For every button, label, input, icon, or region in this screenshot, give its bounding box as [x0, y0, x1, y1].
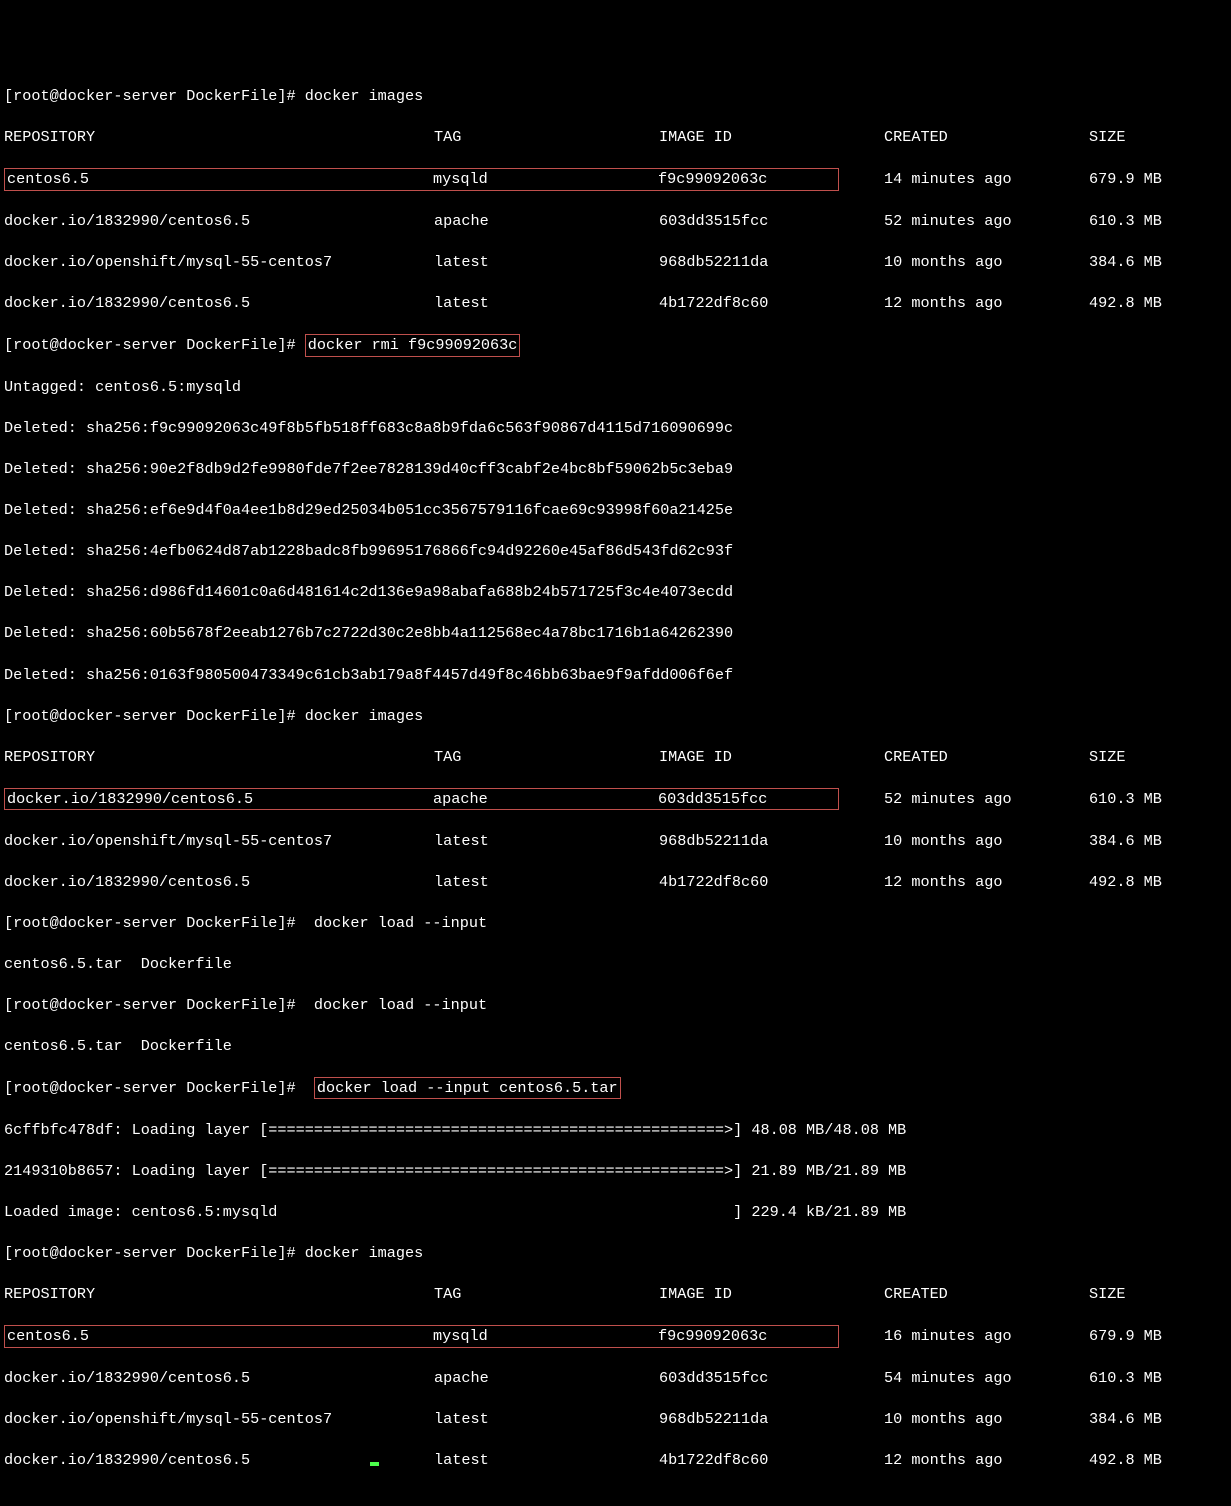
table-row: centos6.5mysqldf9c99092063c16 minutes ag…: [4, 1325, 1227, 1348]
output-line: Deleted: sha256:f9c99092063c49f8b5fb518f…: [4, 418, 1227, 439]
table-row: docker.io/openshift/mysql-55-centos7late…: [4, 831, 1227, 852]
cursor: [370, 1462, 379, 1466]
output-line: Deleted: sha256:90e2f8db9d2fe9980fde7f2e…: [4, 459, 1227, 480]
output-line: Deleted: sha256:60b5678f2eeab1276b7c2722…: [4, 623, 1227, 644]
output-line: Loaded image: centos6.5:mysqld ] 229.4 k…: [4, 1202, 1227, 1223]
prompt-line[interactable]: [root@docker-server DockerFile]# docker …: [4, 1077, 1227, 1100]
table-header: REPOSITORYTAGIMAGE IDCREATEDSIZE: [4, 1284, 1227, 1305]
prompt-line[interactable]: [root@docker-server DockerFile]# docker …: [4, 334, 1227, 357]
table-row: docker.io/1832990/centos6.5apache603dd35…: [4, 1368, 1227, 1389]
table-row: docker.io/1832990/centos6.5apache603dd35…: [4, 788, 1227, 811]
prompt-line[interactable]: [root@docker-server DockerFile]# docker …: [4, 86, 1227, 107]
output-line: Deleted: sha256:4efb0624d87ab1228badc8fb…: [4, 541, 1227, 562]
table-row: docker.io/1832990/centos6.5latest4b1722d…: [4, 1450, 1227, 1471]
table-row: docker.io/1832990/centos6.5latest4b1722d…: [4, 293, 1227, 314]
output-line: Deleted: sha256:ef6e9d4f0a4ee1b8d29ed250…: [4, 500, 1227, 521]
table-header: REPOSITORYTAGIMAGE IDCREATEDSIZE: [4, 127, 1227, 148]
table-row: docker.io/1832990/centos6.5apache603dd35…: [4, 211, 1227, 232]
prompt-line[interactable]: [root@docker-server DockerFile]# docker …: [4, 995, 1227, 1016]
output-line: Deleted: sha256:d986fd14601c0a6d481614c2…: [4, 582, 1227, 603]
output-line: centos6.5.tar Dockerfile: [4, 1036, 1227, 1057]
table-row: docker.io/openshift/mysql-55-centos7late…: [4, 252, 1227, 273]
output-line: Deleted: sha256:0163f980500473349c61cb3a…: [4, 665, 1227, 686]
prompt-line[interactable]: [root@docker-server DockerFile]# docker …: [4, 706, 1227, 727]
prompt-line[interactable]: [root@docker-server DockerFile]# docker …: [4, 1243, 1227, 1264]
table-row: docker.io/openshift/mysql-55-centos7late…: [4, 1409, 1227, 1430]
table-row: centos6.5mysqldf9c99092063c14 minutes ag…: [4, 168, 1227, 191]
table-header: REPOSITORYTAGIMAGE IDCREATEDSIZE: [4, 747, 1227, 768]
output-line: centos6.5.tar Dockerfile: [4, 954, 1227, 975]
terminal-output: [root@docker-server DockerFile]# docker …: [4, 66, 1227, 1492]
table-row: docker.io/1832990/centos6.5latest4b1722d…: [4, 872, 1227, 893]
output-line: 2149310b8657: Loading layer [===========…: [4, 1161, 1227, 1182]
output-line: Untagged: centos6.5:mysqld: [4, 377, 1227, 398]
output-line: 6cffbfc478df: Loading layer [===========…: [4, 1120, 1227, 1141]
prompt-line[interactable]: [root@docker-server DockerFile]# docker …: [4, 913, 1227, 934]
